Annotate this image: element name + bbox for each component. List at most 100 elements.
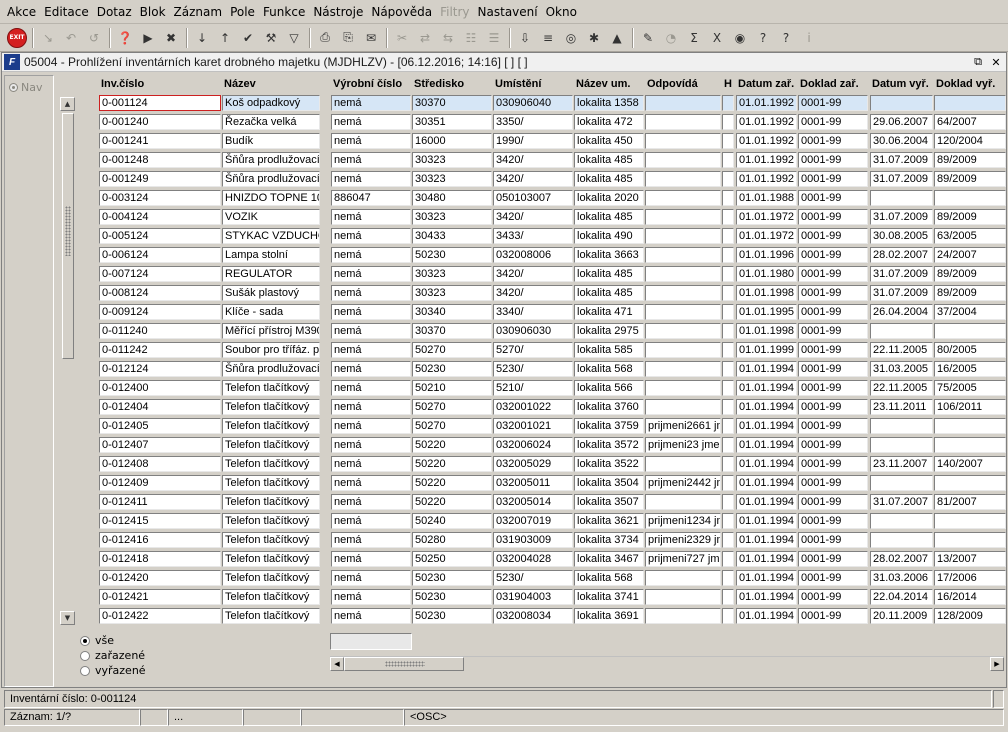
table-cell[interactable]: lokalita 3572 — [574, 437, 644, 453]
table-cell[interactable]: 80/2005 — [934, 342, 1006, 358]
table-cell[interactable]: 3350/ — [493, 114, 573, 130]
table-cell[interactable]: 31.07.2009 — [870, 171, 933, 187]
hscroll-thumb[interactable] — [344, 657, 464, 671]
table-cell[interactable]: 31.07.2009 — [870, 209, 933, 225]
table-cell[interactable] — [870, 475, 933, 491]
table-cell[interactable] — [722, 418, 734, 434]
table-cell[interactable] — [934, 190, 1006, 206]
table-cell[interactable] — [870, 190, 933, 206]
grid-icon[interactable]: ☷ — [460, 27, 482, 49]
table-cell[interactable]: 0001-99 — [798, 190, 868, 206]
table-cell[interactable]: 0001-99 — [798, 285, 868, 301]
table-cell[interactable] — [645, 380, 721, 396]
table-cell[interactable]: 032001021 — [493, 418, 573, 434]
table-cell[interactable]: 01.01.1992 — [736, 95, 797, 111]
help-icon[interactable]: ? — [775, 27, 797, 49]
table-cell[interactable] — [645, 342, 721, 358]
table-cell[interactable]: 31.07.2009 — [870, 285, 933, 301]
table-cell[interactable]: nemá — [331, 418, 411, 434]
table-cell[interactable]: nemá — [331, 513, 411, 529]
table-cell[interactable]: lokalita 3467 — [574, 551, 644, 567]
table-cell[interactable]: 30370 — [412, 323, 492, 339]
table-cell[interactable]: 032007019 — [493, 513, 573, 529]
table-cell[interactable]: 5270/ — [493, 342, 573, 358]
table-cell[interactable]: 30.06.2004 — [870, 133, 933, 149]
table-cell[interactable]: 031904003 — [493, 589, 573, 605]
menu-item-11[interactable]: Okno — [542, 0, 581, 24]
query-enter-icon[interactable]: ❓ — [114, 27, 136, 49]
table-cell[interactable] — [722, 171, 734, 187]
table-cell[interactable]: nemá — [331, 247, 411, 263]
table-cell[interactable]: 30323 — [412, 152, 492, 168]
table-cell[interactable]: nemá — [331, 95, 411, 111]
table-cell[interactable] — [722, 209, 734, 225]
table-cell[interactable] — [722, 494, 734, 510]
table-cell[interactable]: 01.01.1994 — [736, 551, 797, 567]
table-cell[interactable]: 37/2004 — [934, 304, 1006, 320]
table-cell[interactable]: 23.11.2011 — [870, 399, 933, 415]
table-cell[interactable]: 0-012411 — [99, 494, 221, 510]
table-cell[interactable]: 032008006 — [493, 247, 573, 263]
table-cell[interactable]: prijmeni23 jmen — [645, 437, 721, 453]
table-cell[interactable]: Telefon tlačítkový — [222, 589, 320, 605]
settings-icon[interactable]: ⚒ — [260, 27, 282, 49]
table-cell[interactable]: Telefon tlačítkový — [222, 494, 320, 510]
table-cell[interactable]: 01.01.1994 — [736, 570, 797, 586]
table-cell[interactable]: Telefon tlačítkový — [222, 570, 320, 586]
table-cell[interactable] — [722, 266, 734, 282]
table-cell[interactable] — [645, 456, 721, 472]
table-cell[interactable]: 26.04.2004 — [870, 304, 933, 320]
table-cell[interactable] — [870, 513, 933, 529]
table-cell[interactable]: 3420/ — [493, 266, 573, 282]
table-cell[interactable]: Budík — [222, 133, 320, 149]
scroll-up-icon[interactable]: ▲ — [60, 97, 75, 111]
column-header-10[interactable]: Datum vyř. — [870, 77, 933, 93]
print-icon[interactable]: ⎙ — [314, 27, 336, 49]
table-cell[interactable]: nemá — [331, 133, 411, 149]
list-icon[interactable]: ≡ — [537, 27, 559, 49]
table-cell[interactable]: 89/2009 — [934, 266, 1006, 282]
table-cell[interactable]: 50280 — [412, 532, 492, 548]
menu-item-1[interactable]: Editace — [40, 0, 93, 24]
columns-icon[interactable]: ☰ — [483, 27, 505, 49]
table-cell[interactable]: Telefon tlačítkový — [222, 399, 320, 415]
table-cell[interactable] — [722, 399, 734, 415]
table-row[interactable]: 0-012407 Telefon tlačítkový nemá 50220 03200… — [99, 437, 1006, 454]
table-cell[interactable]: 30323 — [412, 266, 492, 282]
table-cell[interactable]: 3420/ — [493, 171, 573, 187]
table-cell[interactable]: nemá — [331, 361, 411, 377]
table-cell[interactable]: 0001-99 — [798, 475, 868, 491]
table-cell[interactable] — [645, 570, 721, 586]
table-row[interactable]: 0-009124 Klíče - sada nemá 30340 3340/lokali… — [99, 304, 1006, 321]
table-cell[interactable]: lokalita 3522 — [574, 456, 644, 472]
table-cell[interactable]: 3433/ — [493, 228, 573, 244]
table-cell[interactable]: Klíče - sada — [222, 304, 320, 320]
table-cell[interactable] — [645, 608, 721, 624]
table-cell[interactable]: lokalita 3504 — [574, 475, 644, 491]
table-cell[interactable]: Telefon tlačítkový — [222, 475, 320, 491]
table-cell[interactable]: 5230/ — [493, 361, 573, 377]
table-cell[interactable]: 31.07.2009 — [870, 152, 933, 168]
table-cell[interactable]: 128/2009 — [934, 608, 1006, 624]
table-row[interactable]: 0-012124 Šňůra prodlužovací nemá 50230 5230/… — [99, 361, 1006, 378]
column-header-8[interactable]: Datum zař. — [736, 77, 797, 93]
table-cell[interactable]: 0001-99 — [798, 95, 868, 111]
table-row[interactable]: 0-001248 Šňůra prodlužovací nemá 30323 3420/… — [99, 152, 1006, 169]
table-cell[interactable]: Telefon tlačítkový — [222, 532, 320, 548]
table-cell[interactable]: nemá — [331, 342, 411, 358]
table-cell[interactable]: nemá — [331, 380, 411, 396]
table-row[interactable]: 0-001240 Řezačka velká nemá 30351 3350/lokal… — [99, 114, 1006, 131]
table-cell[interactable]: lokalita 3507 — [574, 494, 644, 510]
menu-item-7[interactable]: Nástroje — [309, 0, 367, 24]
table-cell[interactable]: Sušák plastový — [222, 285, 320, 301]
table-cell[interactable] — [645, 228, 721, 244]
table-cell[interactable]: 31.07.2009 — [870, 266, 933, 282]
table-cell[interactable]: nemá — [331, 570, 411, 586]
copy-icon[interactable]: ⎘ — [337, 27, 359, 49]
column-header-6[interactable]: Odpovídá — [645, 77, 721, 93]
table-cell[interactable]: 31.03.2005 — [870, 361, 933, 377]
table-cell[interactable]: 0001-99 — [798, 361, 868, 377]
table-cell[interactable]: 0-009124 — [99, 304, 221, 320]
exit-icon[interactable]: EXIT — [6, 27, 28, 49]
table-cell[interactable]: 0001-99 — [798, 589, 868, 605]
